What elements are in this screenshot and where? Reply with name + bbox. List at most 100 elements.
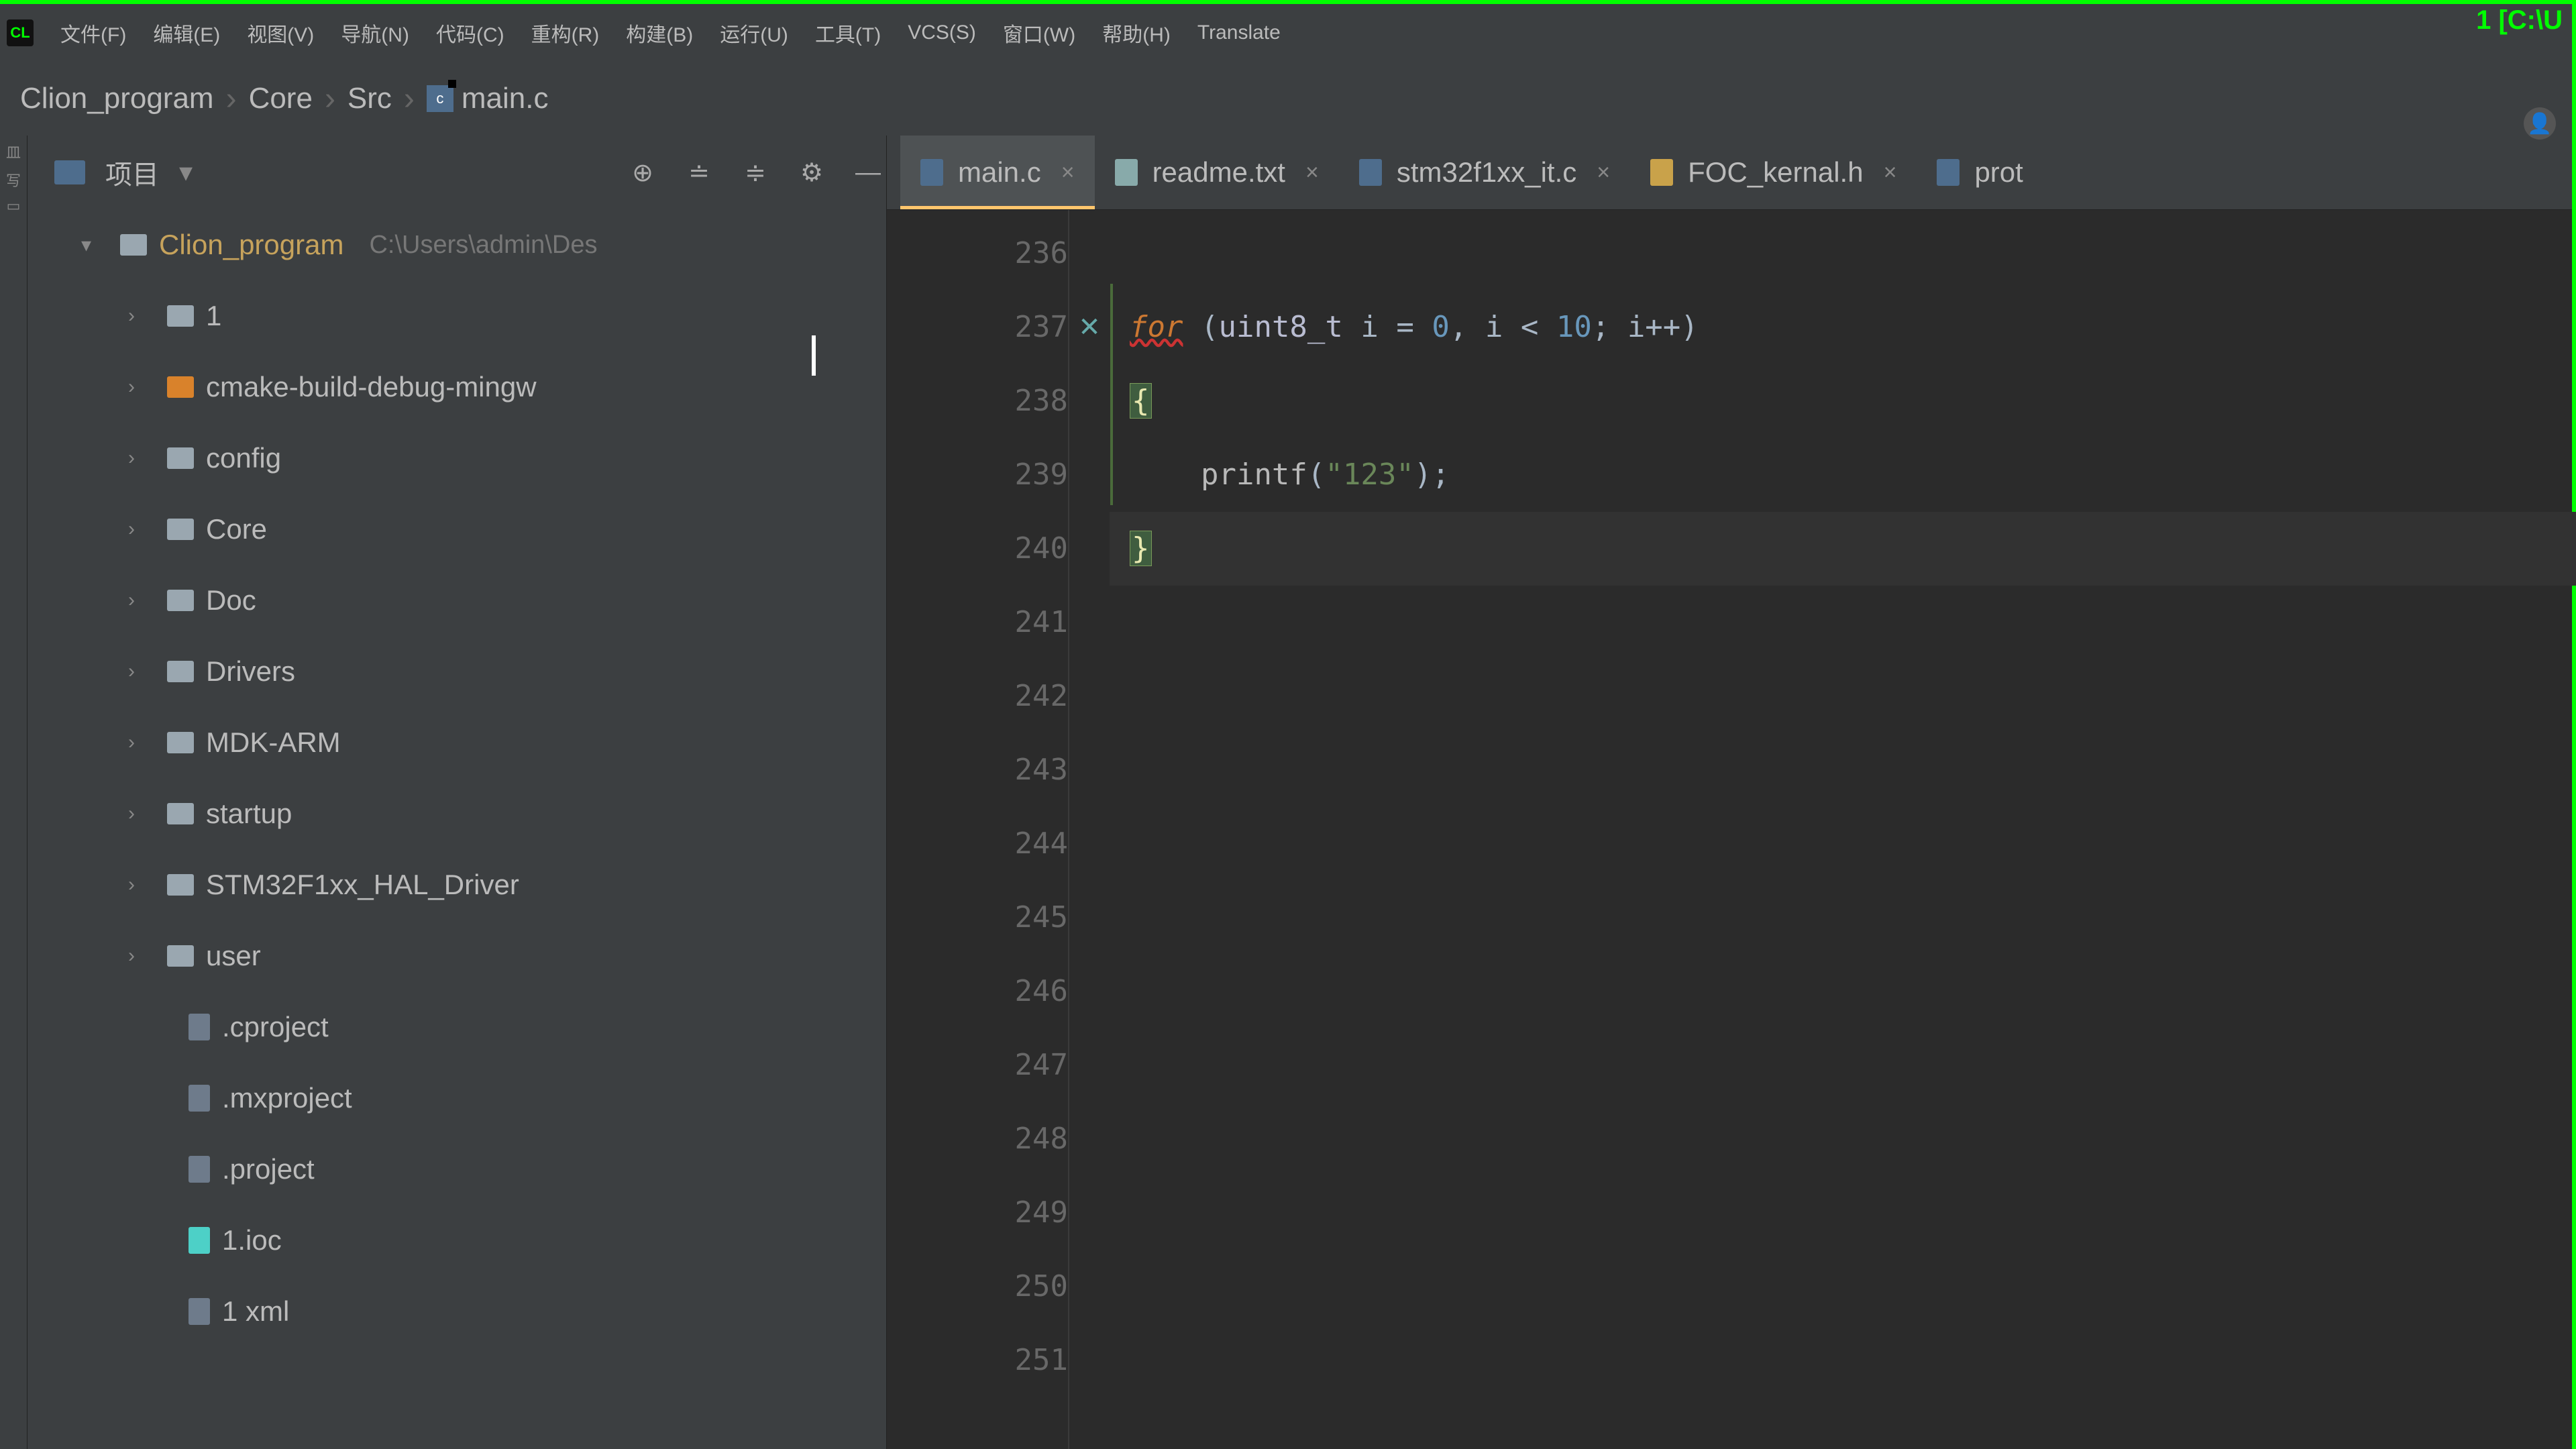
tab-main-c[interactable]: main.c ×: [900, 136, 1095, 209]
tree-file[interactable]: 1.ioc: [28, 1205, 886, 1276]
vcs-change-marker: [1110, 284, 1113, 505]
tree-folder[interactable]: › config: [28, 423, 886, 494]
breadcrumb-src[interactable]: Src: [347, 82, 392, 115]
folder-icon: [167, 590, 194, 611]
menu-help[interactable]: 帮助(H): [1102, 18, 1171, 48]
fold-marker[interactable]: [1069, 881, 1110, 955]
chevron-right-icon: ›: [128, 660, 155, 683]
fold-marker[interactable]: [1069, 364, 1110, 438]
tree-folder[interactable]: ›Doc: [28, 565, 886, 636]
fold-marker[interactable]: [1069, 1250, 1110, 1324]
rail-icon-3[interactable]: ▭: [7, 197, 21, 215]
menu-code[interactable]: 代码(C): [436, 18, 504, 48]
menu-tools[interactable]: 工具(T): [815, 18, 881, 48]
close-icon[interactable]: ×: [1305, 160, 1319, 186]
fold-marker[interactable]: ✕: [1069, 290, 1110, 364]
menu-file[interactable]: 文件(F): [60, 18, 126, 48]
tree-folder[interactable]: ›Drivers: [28, 636, 886, 707]
line-number: 240: [887, 512, 1068, 586]
menu-window[interactable]: 窗口(W): [1003, 18, 1075, 48]
dropdown-icon[interactable]: ▾: [179, 157, 193, 188]
fold-marker[interactable]: [1069, 807, 1110, 881]
tab-stm32-it[interactable]: stm32f1xx_it.c ×: [1339, 136, 1630, 209]
menu-refactor[interactable]: 重构(R): [531, 18, 600, 48]
code-editor[interactable]: 2362372382392402412422432442452462472482…: [887, 210, 2576, 1449]
fold-marker[interactable]: [1069, 512, 1110, 586]
line-number: 238: [887, 364, 1068, 438]
project-panel-label[interactable]: 项目: [105, 153, 159, 192]
tree-root[interactable]: ▾ Clion_program C:\Users\admin\Des: [28, 209, 886, 280]
chevron-right-icon: ›: [128, 873, 155, 896]
tab-foc-kernal[interactable]: FOC_kernal.h ×: [1630, 136, 1917, 209]
locate-icon[interactable]: ⊕: [625, 154, 661, 191]
menu-vcs[interactable]: VCS(S): [908, 21, 976, 44]
folder-icon: [167, 376, 194, 398]
collapse-all-icon[interactable]: ≑: [737, 154, 773, 191]
code-lines[interactable]: for (uint8_t i = 0, i < 10; i++) { print…: [1110, 210, 2576, 1449]
breadcrumb-core[interactable]: Core: [249, 82, 313, 115]
tree-file[interactable]: 1 xml: [28, 1276, 886, 1347]
tab-label: main.c: [958, 156, 1041, 189]
c-file-icon: c: [427, 85, 453, 112]
folder-label: 1: [206, 300, 221, 332]
close-icon[interactable]: ×: [1597, 160, 1610, 186]
menu-view[interactable]: 视图(V): [247, 18, 314, 48]
tree-file[interactable]: .mxproject: [28, 1063, 886, 1134]
tree-folder[interactable]: ›Core: [28, 494, 886, 565]
breadcrumb-project[interactable]: Clion_program: [20, 82, 214, 115]
fold-column: ✕: [1069, 210, 1110, 1449]
menu-build[interactable]: 构建(B): [626, 18, 693, 48]
breadcrumb-file[interactable]: main.c: [462, 82, 549, 115]
rail-icon-2[interactable]: 写: [6, 169, 21, 191]
fold-marker[interactable]: [1069, 659, 1110, 733]
menu-navigate[interactable]: 导航(N): [341, 18, 409, 48]
fold-marker[interactable]: [1069, 1028, 1110, 1102]
folder-label: config: [206, 442, 281, 474]
tree-folder[interactable]: ›user: [28, 920, 886, 991]
line-number: 249: [887, 1176, 1068, 1250]
code-line: {: [1130, 364, 2576, 438]
fold-marker[interactable]: [1069, 1176, 1110, 1250]
tree-folder[interactable]: ›cmake-build-debug-mingw: [28, 352, 886, 423]
close-icon[interactable]: ×: [1061, 160, 1075, 186]
expand-all-icon[interactable]: ≐: [681, 154, 717, 191]
fold-marker[interactable]: [1069, 217, 1110, 290]
code-line: [1130, 586, 2576, 659]
chevron-right-icon: ›: [404, 80, 415, 117]
fold-marker[interactable]: [1069, 1102, 1110, 1176]
fold-marker[interactable]: [1069, 733, 1110, 807]
fold-marker[interactable]: [1069, 438, 1110, 512]
menu-edit[interactable]: 编辑(E): [153, 18, 220, 48]
line-gutter: 2362372382392402412422432442452462472482…: [887, 210, 1069, 1449]
avatar-icon[interactable]: 👤: [2524, 107, 2556, 140]
current-line-highlight: [1110, 512, 2576, 586]
menu-translate[interactable]: Translate: [1197, 21, 1281, 44]
tree-folder[interactable]: ›MDK-ARM: [28, 707, 886, 778]
tree-file[interactable]: .project: [28, 1134, 886, 1205]
close-icon[interactable]: ×: [1884, 160, 1897, 186]
tab-readme[interactable]: readme.txt ×: [1095, 136, 1339, 209]
line-number: 244: [887, 807, 1068, 881]
rail-icon-1[interactable]: 皿: [6, 141, 21, 162]
hide-icon[interactable]: —: [850, 154, 886, 191]
tab-prot[interactable]: prot: [1917, 136, 2043, 209]
line-number: 237: [887, 290, 1068, 364]
file-icon: [189, 1298, 210, 1325]
folder-label: startup: [206, 798, 292, 830]
app-logo-icon: CL: [7, 19, 34, 46]
tree-root-path: C:\Users\admin\Des: [369, 231, 597, 260]
tree-folder[interactable]: ›startup: [28, 778, 886, 849]
code-line: [1130, 1176, 2576, 1250]
tree-file[interactable]: .cproject: [28, 991, 886, 1063]
chevron-right-icon: ›: [128, 447, 155, 470]
fold-marker[interactable]: [1069, 1324, 1110, 1397]
fold-marker[interactable]: [1069, 955, 1110, 1028]
gear-icon[interactable]: ⚙: [794, 154, 830, 191]
file-label: .project: [222, 1153, 315, 1185]
tree-folder[interactable]: ›STM32F1xx_HAL_Driver: [28, 849, 886, 920]
tree-folder[interactable]: ›1: [28, 280, 886, 352]
line-number: 245: [887, 881, 1068, 955]
code-line: [1130, 733, 2576, 807]
menu-run[interactable]: 运行(U): [720, 18, 788, 48]
fold-marker[interactable]: [1069, 586, 1110, 659]
